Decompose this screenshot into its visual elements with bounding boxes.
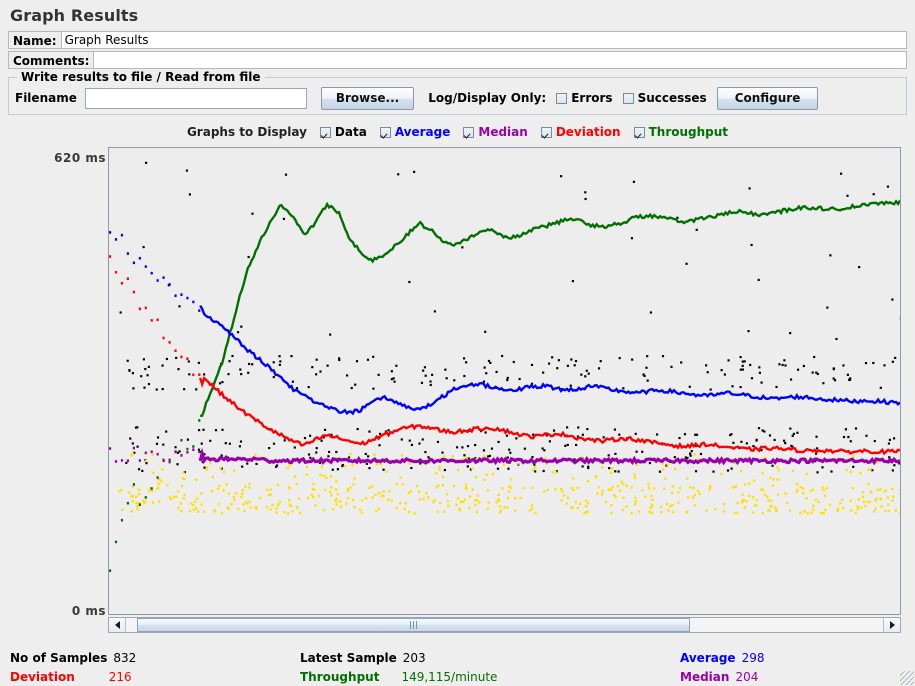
successes-checkbox[interactable]: Successes bbox=[623, 91, 707, 105]
graph-horizontal-scrollbar[interactable] bbox=[108, 617, 901, 633]
page-title: Graph Results bbox=[0, 0, 915, 31]
browse-button[interactable]: Browse... bbox=[321, 87, 414, 110]
graph-plot[interactable] bbox=[108, 147, 901, 615]
status-samples-value: 832 bbox=[113, 651, 136, 665]
status-deviation-label: Deviation bbox=[10, 670, 75, 684]
comments-input[interactable] bbox=[94, 52, 906, 68]
name-label: Name: bbox=[9, 32, 62, 48]
status-median-value: 204 bbox=[735, 670, 758, 684]
successes-checkbox-box[interactable] bbox=[623, 93, 634, 104]
successes-checkbox-label: Successes bbox=[638, 91, 707, 105]
graph-area: 620 ms 0 ms bbox=[8, 145, 907, 617]
status-deviation-value: 216 bbox=[109, 670, 132, 684]
write-results-panel: Write results to file / Read from file F… bbox=[8, 77, 907, 115]
log-display-only-label: Log/Display Only: bbox=[428, 91, 546, 105]
scroll-left-arrow-icon[interactable] bbox=[109, 618, 126, 632]
status-throughput-label: Throughput bbox=[300, 670, 379, 684]
status-line-bottom: Deviation 216 Throughput 149,115/minute … bbox=[10, 667, 905, 686]
series-warmup-deviation bbox=[109, 255, 200, 376]
graphs-to-display-bar: Graphs to Display Data Average Median De… bbox=[0, 123, 915, 141]
status-samples-label: No of Samples bbox=[10, 651, 107, 665]
status-median: Median 204 bbox=[680, 670, 758, 684]
errors-checkbox-box[interactable] bbox=[556, 93, 567, 104]
graph-toggle-deviation-box[interactable] bbox=[541, 127, 552, 138]
scrollbar-grip-icon bbox=[410, 621, 417, 629]
status-latest-sample-value: 203 bbox=[403, 651, 426, 665]
graph-plot-svg bbox=[109, 148, 900, 614]
window-resize-grip-icon[interactable] bbox=[900, 671, 914, 685]
status-latest-sample-label: Latest Sample bbox=[300, 651, 397, 665]
errors-checkbox[interactable]: Errors bbox=[556, 91, 612, 105]
scroll-right-arrow-icon[interactable] bbox=[883, 618, 900, 632]
name-row: Name: bbox=[8, 31, 907, 49]
scrollbar-thumb[interactable] bbox=[137, 618, 690, 632]
graph-toggle-median-label: Median bbox=[478, 125, 527, 139]
graph-toggle-median[interactable]: Median bbox=[463, 125, 527, 139]
graph-toggle-throughput[interactable]: Throughput bbox=[634, 125, 728, 139]
status-average: Average 298 bbox=[680, 651, 764, 665]
graph-toggle-median-box[interactable] bbox=[463, 127, 474, 138]
scrollbar-track[interactable] bbox=[126, 618, 883, 632]
series-line-throughput bbox=[200, 200, 900, 415]
name-input[interactable] bbox=[62, 32, 906, 48]
errors-checkbox-label: Errors bbox=[571, 91, 612, 105]
status-median-label: Median bbox=[680, 670, 729, 684]
graph-toggle-deviation[interactable]: Deviation bbox=[541, 125, 621, 139]
series-line-average bbox=[200, 306, 900, 414]
status-samples: No of Samples 832 bbox=[10, 651, 300, 665]
graph-toggle-throughput-label: Throughput bbox=[649, 125, 728, 139]
status-throughput-value: 149,115/minute bbox=[401, 670, 497, 684]
log-display-only-group: Log/Display Only: Errors Successes bbox=[428, 91, 706, 105]
status-throughput: Throughput 149,115/minute bbox=[300, 670, 680, 684]
graph-toggle-average-box[interactable] bbox=[380, 127, 391, 138]
comments-label: Comments: bbox=[9, 52, 94, 68]
series-warmup-throughput bbox=[109, 419, 200, 572]
y-axis-min-label: 0 ms bbox=[52, 604, 106, 618]
configure-button[interactable]: Configure bbox=[717, 87, 819, 110]
graph-toggle-data-box[interactable] bbox=[320, 127, 331, 138]
status-deviation: Deviation 216 bbox=[10, 670, 300, 684]
series-line-median bbox=[200, 454, 900, 463]
status-latest-sample: Latest Sample 203 bbox=[300, 651, 680, 665]
graph-toggle-data-label: Data bbox=[335, 125, 367, 139]
graph-toggle-deviation-label: Deviation bbox=[556, 125, 621, 139]
status-average-value: 298 bbox=[742, 651, 765, 665]
comments-row: Comments: bbox=[8, 51, 907, 69]
filename-input[interactable] bbox=[85, 88, 307, 109]
graph-toggle-throughput-box[interactable] bbox=[634, 127, 645, 138]
graphs-to-display-title: Graphs to Display bbox=[187, 125, 307, 139]
status-line-top: No of Samples 832 Latest Sample 203 Aver… bbox=[10, 648, 905, 667]
graph-toggle-average-label: Average bbox=[395, 125, 451, 139]
status-average-label: Average bbox=[680, 651, 736, 665]
series-warmup-average bbox=[109, 231, 200, 312]
status-bar: No of Samples 832 Latest Sample 203 Aver… bbox=[0, 648, 915, 686]
y-axis-max-label: 620 ms bbox=[52, 151, 106, 165]
series-lines bbox=[109, 200, 900, 572]
filename-label: Filename bbox=[15, 91, 77, 105]
graph-toggle-average[interactable]: Average bbox=[380, 125, 451, 139]
write-results-panel-legend: Write results to file / Read from file bbox=[17, 70, 265, 84]
graph-toggle-data[interactable]: Data bbox=[320, 125, 367, 139]
